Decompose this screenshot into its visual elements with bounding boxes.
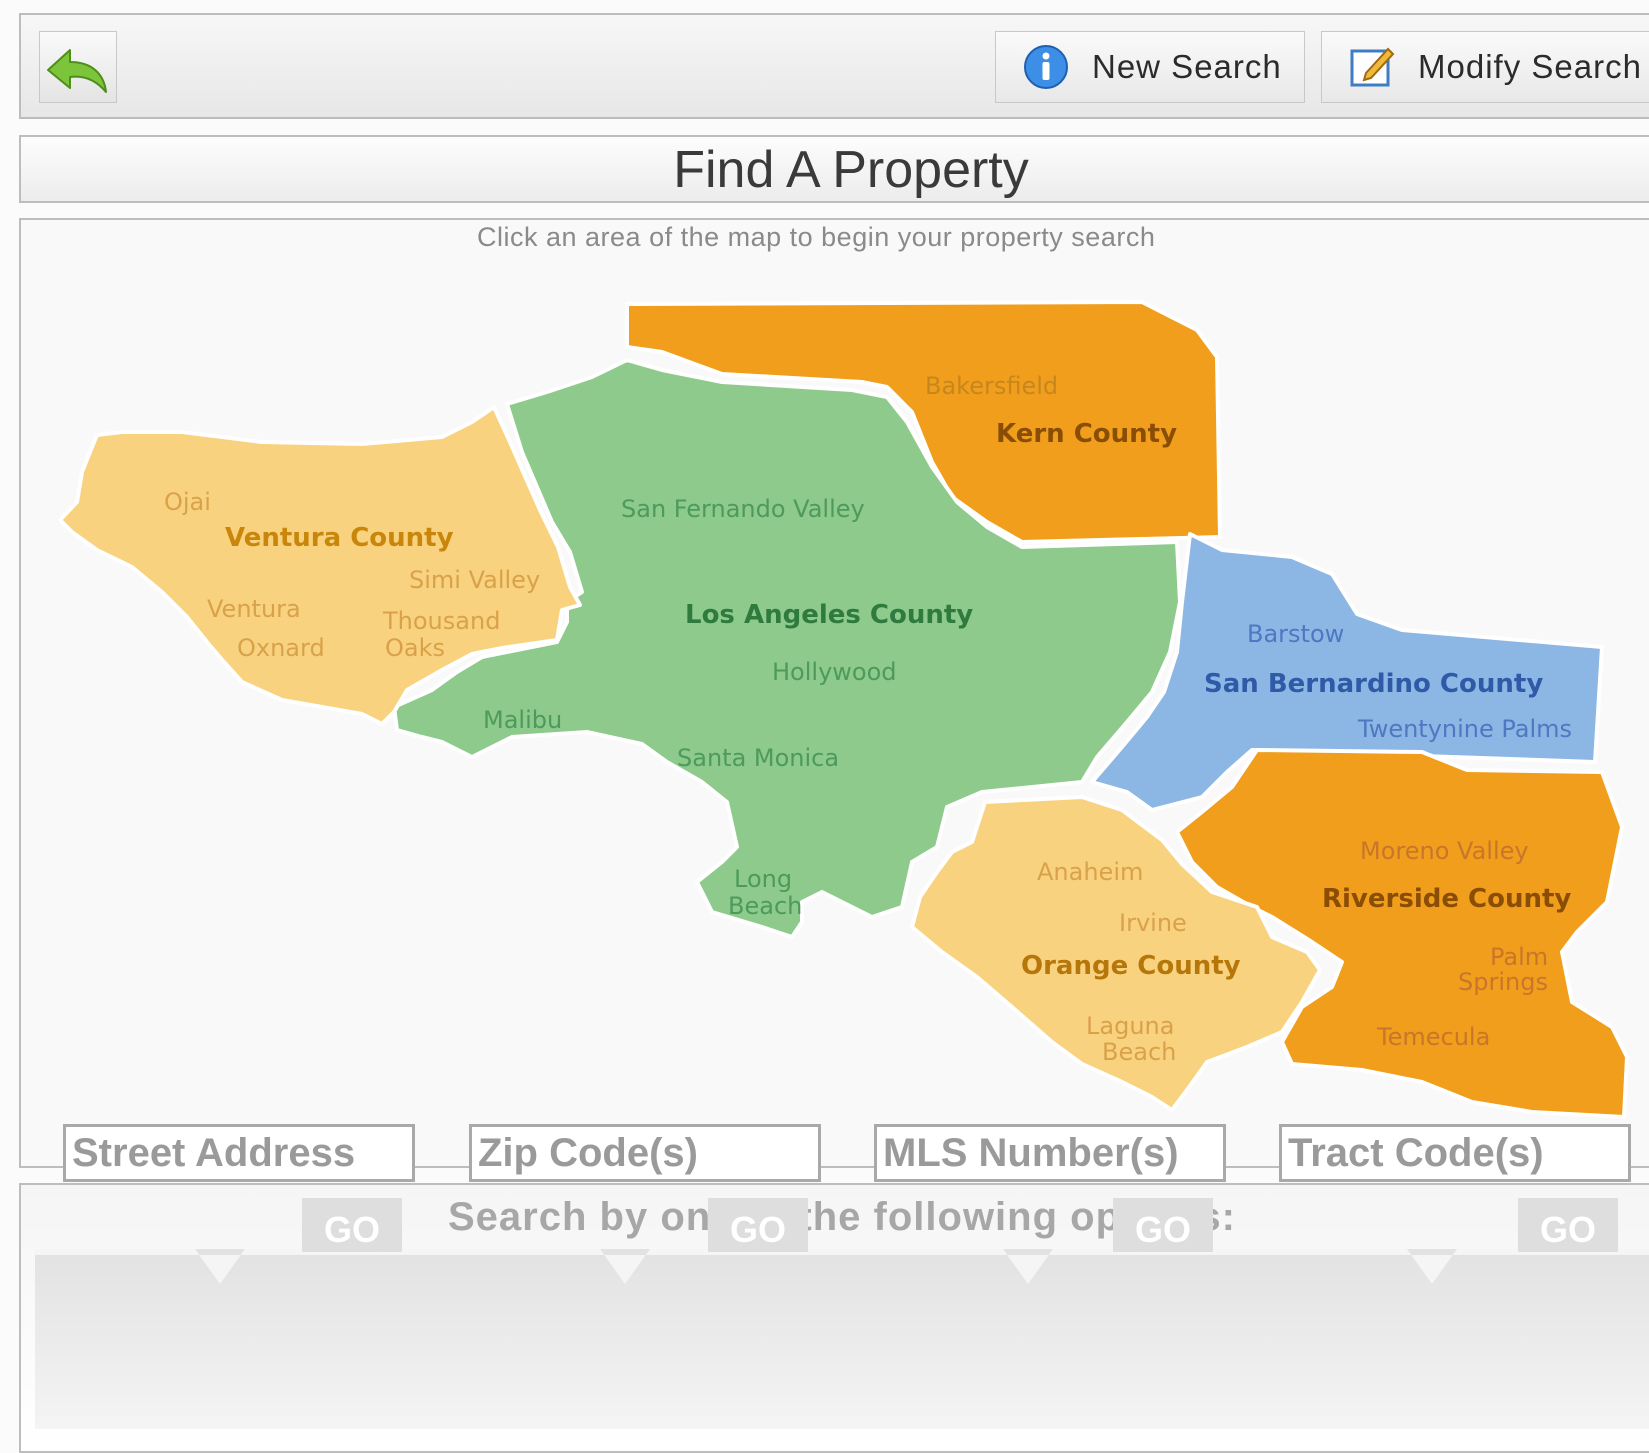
- county-label-san-bernardino[interactable]: San Bernardino County: [1204, 669, 1543, 699]
- city-label: Barstow: [1247, 620, 1344, 648]
- city-label: Bakersfield: [925, 372, 1058, 400]
- city-label: Oaks: [385, 634, 445, 662]
- zip-code-input[interactable]: [469, 1124, 821, 1182]
- edit-icon: [1350, 47, 1395, 87]
- city-label: Springs: [1458, 968, 1548, 996]
- street-address-go-button[interactable]: GO: [302, 1198, 402, 1252]
- new-search-button[interactable]: New Search: [995, 31, 1305, 103]
- map-panel: Click an area of the map to begin your p…: [19, 218, 1649, 1168]
- county-label-ventura[interactable]: Ventura County: [225, 523, 454, 553]
- city-label: Santa Monica: [677, 744, 839, 772]
- city-label: Laguna: [1086, 1012, 1174, 1040]
- modify-search-button[interactable]: Modify Search: [1321, 31, 1649, 103]
- county-label-los-angeles[interactable]: Los Angeles County: [685, 600, 973, 630]
- city-label: Oxnard: [237, 634, 325, 662]
- info-icon: [1024, 45, 1068, 89]
- page-title: Find A Property: [673, 141, 1029, 199]
- back-arrow-icon: [47, 49, 107, 93]
- search-heading: Search by one of the following options:: [448, 1195, 1236, 1239]
- county-label-kern[interactable]: Kern County: [996, 419, 1177, 449]
- city-label: Beach: [1102, 1038, 1176, 1066]
- search-band: [35, 1249, 1649, 1429]
- search-panel: Search by one of the following options:: [19, 1183, 1649, 1453]
- mls-number-go-button[interactable]: GO: [1113, 1198, 1213, 1252]
- county-label-orange[interactable]: Orange County: [1021, 951, 1241, 981]
- city-label: Hollywood: [772, 658, 897, 686]
- tract-code-input[interactable]: [1279, 1124, 1631, 1182]
- modify-search-label: Modify Search: [1418, 48, 1642, 85]
- tract-code-go-button[interactable]: GO: [1518, 1198, 1618, 1252]
- city-label: Simi Valley: [409, 566, 540, 594]
- city-label: Ojai: [164, 488, 211, 516]
- search-band-notches: [35, 1249, 1649, 1284]
- city-label: Twentynine Palms: [1357, 715, 1572, 743]
- city-label: Beach: [728, 892, 802, 920]
- county-map: Bakersfield Kern County Ojai Ventura Cou…: [58, 300, 1629, 1119]
- city-label: Ventura: [207, 595, 301, 623]
- street-address-input[interactable]: [63, 1124, 415, 1182]
- city-label: Thousand: [382, 607, 500, 635]
- city-label: Long: [734, 865, 792, 893]
- county-label-riverside[interactable]: Riverside County: [1322, 884, 1571, 914]
- city-label: Temecula: [1376, 1023, 1490, 1051]
- city-label: Irvine: [1119, 909, 1187, 937]
- zip-code-go-button[interactable]: GO: [708, 1198, 808, 1252]
- mls-number-input[interactable]: [874, 1124, 1226, 1182]
- back-button[interactable]: [39, 31, 117, 103]
- city-label: Moreno Valley: [1360, 837, 1529, 865]
- city-label: Anaheim: [1037, 858, 1143, 886]
- city-label: Palm: [1490, 943, 1548, 971]
- title-bar: Find A Property: [19, 135, 1649, 203]
- new-search-label: New Search: [1092, 48, 1282, 85]
- toolbar: New Search Modify Search: [19, 13, 1649, 119]
- city-label: San Fernando Valley: [621, 495, 865, 523]
- city-label: Malibu: [483, 706, 562, 734]
